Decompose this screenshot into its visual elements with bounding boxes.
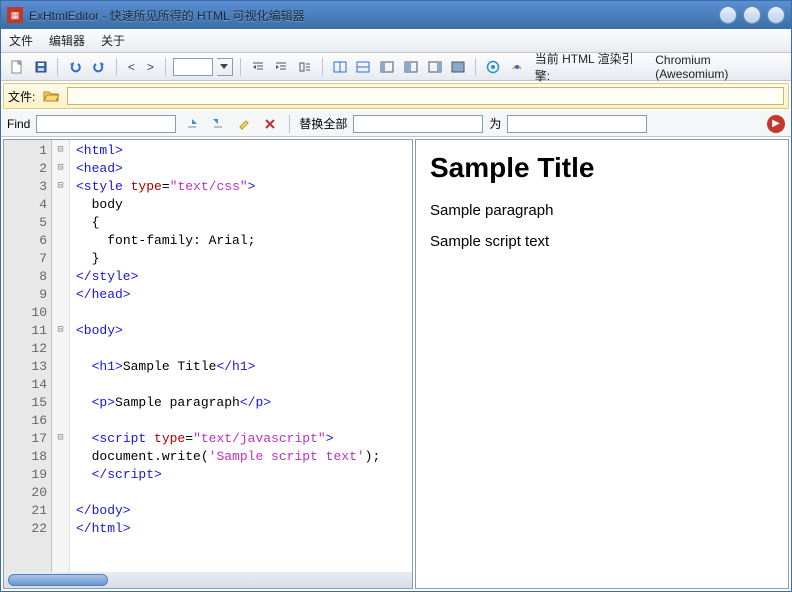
layout-half-button[interactable] (401, 57, 421, 77)
to-label: 为 (489, 115, 501, 132)
preview-paragraph: Sample paragraph (430, 202, 774, 219)
find-label: Find (7, 117, 30, 131)
line-gutter: 12345678910111213141516171819202122 (4, 140, 52, 572)
separator (116, 58, 117, 76)
titlebar[interactable]: ▦ ExHtmlEditor - 快速所见所得的 HTML 可视化编辑器 (1, 1, 791, 29)
replace-to-input[interactable] (507, 115, 647, 133)
nav-prev-button[interactable]: < (124, 60, 139, 74)
format-button[interactable] (295, 57, 315, 77)
browser-ie-button[interactable] (507, 57, 527, 77)
layout-left-button[interactable] (377, 57, 397, 77)
horizontal-scrollbar[interactable] (4, 572, 412, 588)
close-button[interactable] (767, 6, 785, 24)
menu-editor[interactable]: 编辑器 (49, 32, 85, 49)
engine-label: 当前 HTML 渲染引擎: (535, 50, 648, 84)
preview-pane: Sample Title Sample paragraph Sample scr… (415, 139, 789, 589)
window-controls (719, 6, 785, 24)
code-text[interactable]: <html><head><style type="text/css"> body… (70, 140, 412, 572)
scrollbar-thumb[interactable] (8, 574, 108, 586)
layout-split-v-button[interactable] (330, 57, 350, 77)
layout-full-button[interactable] (449, 57, 469, 77)
fold-column[interactable]: ⊟⊟⊟⊟⊟ (52, 140, 70, 572)
replace-go-button[interactable]: ▶ (767, 115, 785, 133)
zoom-dropdown[interactable] (217, 58, 233, 76)
preview-title: Sample Title (430, 152, 774, 184)
undo-button[interactable] (65, 57, 85, 77)
filebar: 文件: (3, 83, 789, 109)
nav-next-button[interactable]: > (143, 60, 158, 74)
redo-button[interactable] (89, 57, 109, 77)
separator (57, 58, 58, 76)
separator (289, 115, 290, 133)
file-path-input[interactable] (67, 87, 784, 105)
find-prev-button[interactable] (208, 115, 228, 133)
clear-find-button[interactable] (260, 115, 280, 133)
file-label: 文件: (8, 88, 35, 105)
find-input[interactable] (36, 115, 176, 133)
separator (322, 58, 323, 76)
zoom-input[interactable] (173, 58, 213, 76)
open-folder-button[interactable] (41, 86, 61, 106)
code-area[interactable]: 12345678910111213141516171819202122 ⊟⊟⊟⊟… (4, 140, 412, 572)
window-title: ExHtmlEditor - 快速所见所得的 HTML 可视化编辑器 (29, 7, 719, 24)
toolbar: < > 当前 HTML 渲染引擎: Chromium (Awesomium) (1, 53, 791, 81)
minimize-button[interactable] (719, 6, 737, 24)
menu-file[interactable]: 文件 (9, 32, 33, 49)
findbar: Find 替换全部 为 ▶ (1, 111, 791, 137)
app-window: ▦ ExHtmlEditor - 快速所见所得的 HTML 可视化编辑器 文件 … (0, 0, 792, 592)
maximize-button[interactable] (743, 6, 761, 24)
indent-out-button[interactable] (248, 57, 268, 77)
find-next-button[interactable] (182, 115, 202, 133)
separator (475, 58, 476, 76)
content-area: 12345678910111213141516171819202122 ⊟⊟⊟⊟… (1, 137, 791, 591)
app-icon: ▦ (7, 7, 23, 23)
separator (165, 58, 166, 76)
replace-all-label: 替换全部 (299, 115, 347, 132)
separator (240, 58, 241, 76)
browser-chromium-button[interactable] (483, 57, 503, 77)
engine-value: Chromium (Awesomium) (655, 53, 785, 81)
new-file-button[interactable] (7, 57, 27, 77)
highlight-button[interactable] (234, 115, 254, 133)
layout-split-h-button[interactable] (354, 57, 374, 77)
replace-from-input[interactable] (353, 115, 483, 133)
menu-about[interactable]: 关于 (101, 32, 125, 49)
menubar: 文件 编辑器 关于 (1, 29, 791, 53)
code-editor-pane: 12345678910111213141516171819202122 ⊟⊟⊟⊟… (3, 139, 413, 589)
indent-in-button[interactable] (271, 57, 291, 77)
save-button[interactable] (31, 57, 51, 77)
layout-right-button[interactable] (425, 57, 445, 77)
preview-script-text: Sample script text (430, 233, 774, 250)
